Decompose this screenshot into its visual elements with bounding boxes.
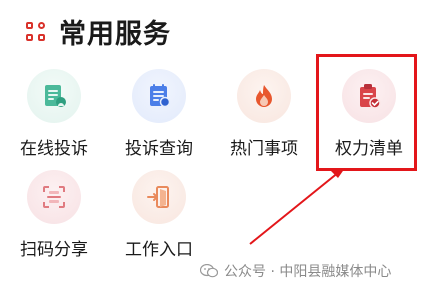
pointer-arrow [249, 168, 345, 245]
watermark-text: 公众号 · 中阳县融媒体中心 [224, 264, 392, 280]
watermark: 公众号 · 中阳县融媒体中心 [199, 261, 392, 281]
wechat-icon [199, 263, 219, 278]
